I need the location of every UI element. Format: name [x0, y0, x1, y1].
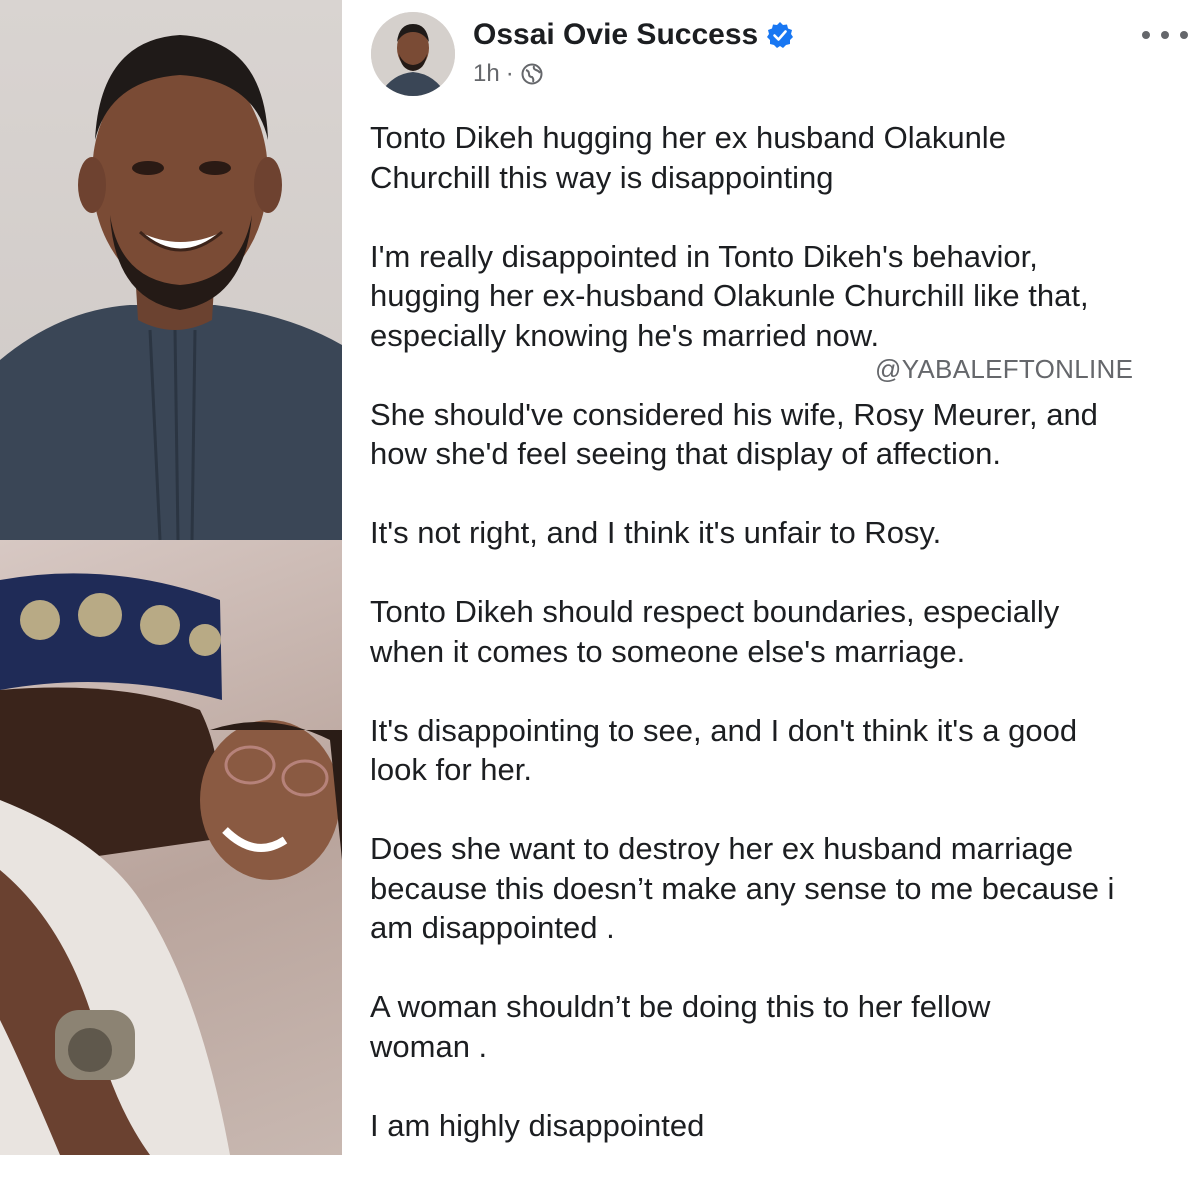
collage-divider [342, 0, 356, 1155]
post-paragraph: A woman shouldn’t be doing this to her f… [370, 989, 991, 1064]
post-paragraph: It's disappointing to see, and I don't t… [370, 712, 1078, 788]
post-paragraph: She should've considered his wife, Rosy … [370, 396, 1098, 472]
facebook-post: Ossai Ovie Success 1h · Tonto Dikeh hugg… [356, 0, 1200, 1155]
post-meta: 1h · [473, 60, 544, 88]
more-options-icon[interactable] [1142, 22, 1188, 48]
post-paragraph: Tonto Dikeh hugging her ex husband Olaku… [370, 120, 1006, 195]
author-name-row: Ossai Ovie Success [473, 18, 794, 52]
globe-icon [520, 62, 544, 86]
man-portrait-photo [0, 0, 342, 540]
post-paragraph: It's not right, and I think it's unfair … [370, 515, 942, 550]
post-paragraph: Tonto Dikeh should respect boundaries, e… [370, 594, 1060, 669]
author-name[interactable]: Ossai Ovie Success [473, 18, 758, 52]
post-paragraph: Does she want to destroy her ex husband … [370, 831, 1115, 945]
photo-collage [0, 0, 342, 1155]
watermark-text: @YABALEFTONLINE [875, 354, 1134, 384]
couple-hugging-photo [0, 540, 342, 1155]
post-paragraph: I am highly disappointed [370, 1107, 705, 1143]
post-time[interactable]: 1h [473, 60, 500, 88]
author-avatar[interactable] [371, 12, 455, 96]
meta-separator: · [505, 60, 514, 87]
verified-badge-icon [766, 21, 794, 49]
post-paragraph: I'm really disappointed in Tonto Dikeh's… [370, 238, 1089, 353]
post-body: Tonto Dikeh hugging her ex husband Olaku… [370, 118, 1170, 1185]
